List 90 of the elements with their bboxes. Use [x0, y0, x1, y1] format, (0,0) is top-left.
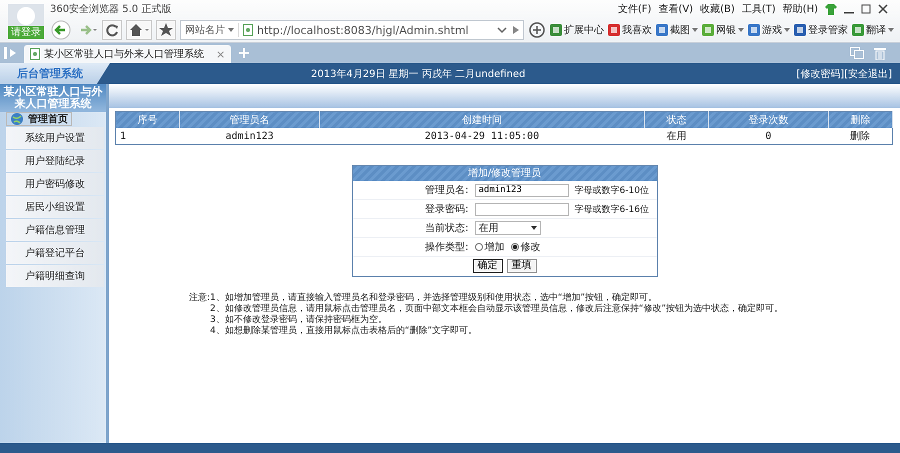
toolbar-icon: [656, 24, 668, 36]
toolbar-icon: [608, 24, 620, 36]
caret-icon: [738, 28, 744, 32]
logo-text: 后台管理系统: [17, 66, 83, 81]
maximize-icon[interactable]: [861, 4, 871, 14]
page-icon: [243, 24, 253, 36]
toolbar-icon: [852, 24, 864, 36]
site-card-button[interactable]: 网站名片: [181, 23, 239, 37]
close-icon[interactable]: [878, 4, 888, 14]
table-link[interactable]: 删除: [828, 128, 892, 144]
toolbar-button[interactable]: 截图: [656, 23, 698, 37]
page-icon: [30, 48, 40, 60]
status-select[interactable]: 在用: [474, 221, 540, 235]
toolbar-button[interactable]: 翻译: [852, 23, 894, 37]
go-icon[interactable]: [512, 26, 520, 34]
input-field[interactable]: admin123: [474, 184, 568, 196]
field-label: 当前状态:: [424, 222, 470, 235]
menu-item[interactable]: 帮助(H): [782, 2, 818, 16]
tab-title: 某小区常驻人口与外来人口管理系统: [44, 48, 204, 61]
menu-item[interactable]: 文件(F): [618, 2, 652, 16]
caret-icon: [692, 28, 698, 32]
toolbar-button[interactable]: 我喜欢: [608, 23, 652, 37]
table-cell: 1: [116, 128, 180, 144]
avatar-icon: [8, 4, 44, 26]
date-text: 2013年4月29日 星期一 丙戌年 二月undefined: [310, 68, 526, 80]
refresh-icon[interactable]: [102, 20, 122, 40]
note-text: 4、如想删除某管理员，直接用鼠标点击表格后的“删除”文字即可。: [210, 326, 478, 337]
home-icon[interactable]: [126, 20, 152, 40]
hint-text: 字母或数字6-10位: [574, 184, 649, 196]
table-cell: 在用: [644, 128, 708, 144]
toolbar-button[interactable]: 网银: [702, 23, 744, 37]
sidebar-title: 某小区常驻人口与外来人口管理系统: [0, 84, 106, 112]
sidebar-toggle-icon[interactable]: [4, 47, 18, 59]
caret-icon: [888, 28, 894, 32]
sidebar-item[interactable]: 用户登陆纪录: [6, 150, 104, 172]
browser-title: 360安全浏览器 5.0 正式版: [50, 2, 172, 16]
field-label: 登录密码:: [424, 202, 470, 216]
caret-icon: [530, 226, 536, 230]
caret-icon: [228, 28, 234, 32]
note-text: 1、如增加管理员，请直接输入管理员名和登录密码，并选择管理级别和使用状态，选中“增加”按钮，确定即可。: [210, 293, 658, 304]
sidebar-item[interactable]: 户籍明细查询: [6, 265, 104, 287]
column-header: 登录次数: [708, 112, 828, 128]
column-header: 序号: [116, 112, 180, 128]
form-title: 增加/修改管理员: [352, 166, 656, 181]
submit-button[interactable]: 确定: [472, 259, 502, 273]
sidebar-item[interactable]: 居民小组设置: [6, 196, 104, 218]
column-header: 状态: [644, 112, 708, 128]
sidebar-item[interactable]: 管理首页: [6, 112, 72, 126]
shirt-icon[interactable]: [825, 4, 837, 14]
header-link[interactable]: [安全退出]: [844, 66, 892, 80]
header-link[interactable]: [修改密码]: [796, 66, 844, 80]
toolbar-icon: [550, 24, 562, 36]
sidebar-item[interactable]: 户籍登记平台: [6, 242, 104, 264]
toolbar-button[interactable]: 扩展中心: [550, 23, 604, 37]
hint-text: 字母或数字6-16位: [574, 204, 649, 216]
radio-option[interactable]: 修改: [510, 240, 540, 254]
notes-label: 注意:: [189, 293, 210, 305]
menu-item[interactable]: 工具(T): [742, 2, 776, 16]
radio-button[interactable]: [474, 243, 482, 251]
note-text: 3、如不修改登录密码，请保持密码框为空。: [210, 315, 388, 326]
radio-option[interactable]: 增加: [474, 240, 504, 254]
field-label: 管理员名:: [424, 184, 470, 197]
toolbar-button[interactable]: 游戏: [748, 23, 790, 37]
sidebar-item[interactable]: 户籍信息管理: [6, 219, 104, 241]
toolbar-button[interactable]: 登录管家: [794, 23, 848, 37]
dropdown-icon[interactable]: [497, 26, 507, 34]
menu-item[interactable]: 查看(V): [658, 2, 694, 16]
column-header: 删除: [828, 112, 892, 128]
caret-icon: [784, 28, 790, 32]
url-text: http://localhost:8083/hjgl/Admin.shtml: [257, 24, 470, 36]
table-cell: 0: [708, 128, 828, 144]
back-icon[interactable]: [50, 20, 72, 40]
note-text: 2、如修改管理员信息，请用鼠标点击管理员名，页面中部文本框会自动显示该管理员信息，修改后注意保持“修改”按钮为选中状态，确定即可。: [210, 304, 784, 314]
globe-icon: [10, 112, 24, 126]
browser-tab[interactable]: 某小区常驻人口与外来人口管理系统 ×: [24, 45, 232, 63]
reset-button[interactable]: 重填: [506, 259, 536, 273]
column-header: 管理员名: [180, 112, 320, 128]
field-label: 操作类型:: [424, 240, 470, 254]
column-header: 创建时间: [320, 112, 644, 128]
toolbar-icon: [702, 24, 714, 36]
table-link[interactable]: admin123: [180, 128, 320, 144]
address-bar[interactable]: 网站名片 http://localhost:8083/hjgl/Admin.shtml: [180, 20, 524, 40]
menu-item[interactable]: 收藏(B): [700, 2, 735, 16]
toolbar-icon: [748, 24, 760, 36]
radio-button[interactable]: [510, 243, 518, 251]
input-field[interactable]: [474, 202, 568, 216]
toolbar-icon: [794, 24, 806, 36]
sidebar-item[interactable]: 用户密码修改: [6, 173, 104, 195]
sidebar-item[interactable]: 系统用户设置: [6, 127, 104, 149]
table-cell: 2013-04-29 11:05:00: [320, 128, 644, 144]
